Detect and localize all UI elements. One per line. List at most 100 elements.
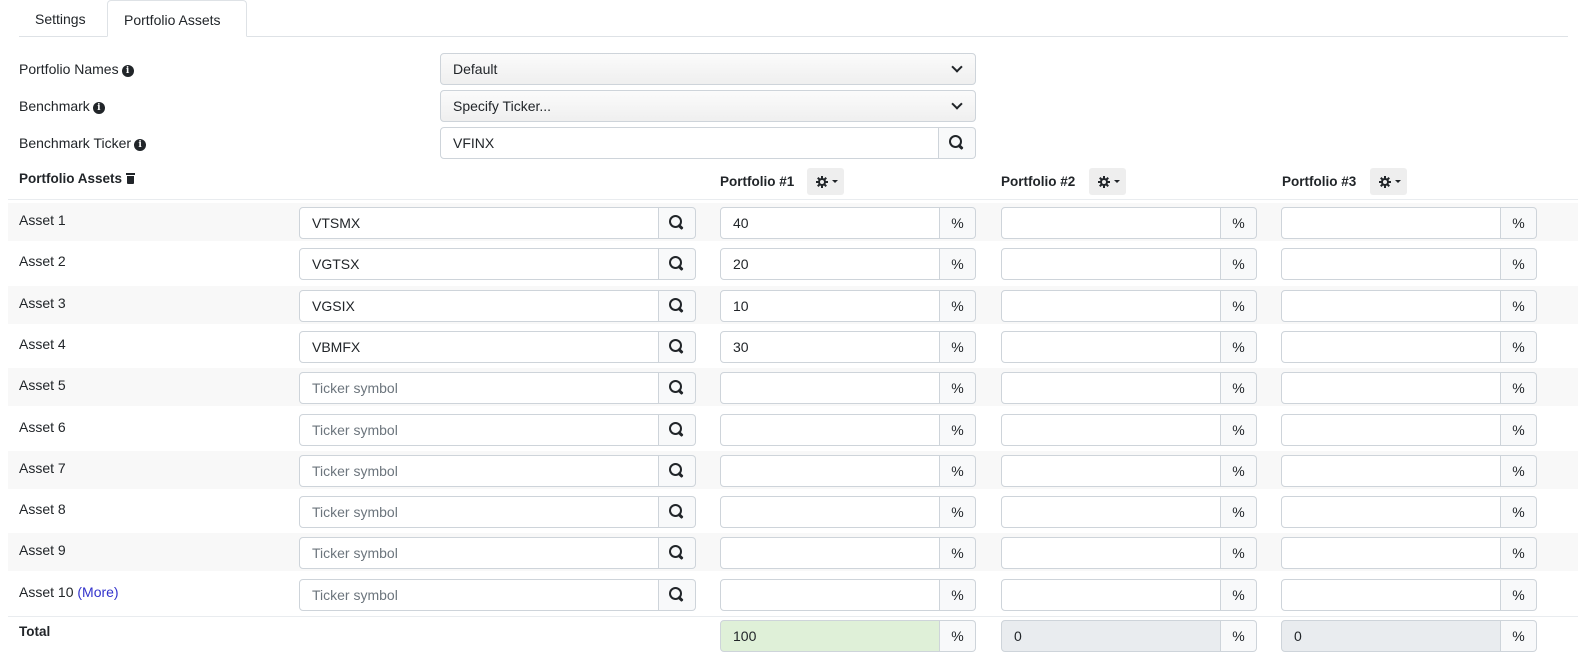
asset-ticker-input[interactable] [299, 331, 659, 363]
percent-addon: % [1501, 537, 1537, 569]
asset-label: Asset 1 [19, 212, 66, 228]
asset-label: Asset 4 [19, 336, 66, 352]
trash-icon[interactable] [126, 173, 136, 184]
allocation-input-portfolio-2[interactable] [1001, 248, 1221, 280]
percent-addon: % [1221, 248, 1257, 280]
allocation-input-portfolio-1[interactable] [720, 579, 940, 611]
percent-addon: % [1221, 414, 1257, 446]
allocation-input-portfolio-3[interactable] [1281, 207, 1501, 239]
asset-label: Asset 8 [19, 501, 66, 517]
allocation-input-portfolio-2[interactable] [1001, 496, 1221, 528]
asset-ticker-input[interactable] [299, 414, 659, 446]
asset-ticker-search-button[interactable] [659, 579, 696, 611]
portfolio-1-settings-button[interactable] [807, 168, 844, 195]
asset-ticker-input[interactable] [299, 579, 659, 611]
tab-settings[interactable]: Settings [19, 0, 102, 37]
search-icon [669, 380, 684, 395]
benchmark-label: Benchmark i [19, 98, 105, 114]
allocation-input-portfolio-2[interactable] [1001, 331, 1221, 363]
asset-label: Asset 9 [19, 542, 66, 558]
percent-addon: % [1501, 248, 1537, 280]
allocation-input-portfolio-1[interactable] [720, 455, 940, 487]
allocation-input-portfolio-2[interactable] [1001, 290, 1221, 322]
percent-addon: % [1221, 372, 1257, 404]
percent-addon: % [1221, 496, 1257, 528]
percent-addon: % [940, 537, 976, 569]
allocation-input-portfolio-1[interactable] [720, 496, 940, 528]
asset-label-text: Asset 4 [19, 336, 66, 352]
percent-addon: % [1221, 620, 1257, 652]
allocation-input-portfolio-3[interactable] [1281, 248, 1501, 280]
allocation-input-portfolio-3[interactable] [1281, 372, 1501, 404]
percent-addon: % [1501, 207, 1537, 239]
portfolio-names-select[interactable]: Default [440, 53, 976, 85]
benchmark-ticker-search-button[interactable] [939, 127, 976, 159]
portfolio-names-value: Default [453, 61, 498, 77]
benchmark-ticker-input[interactable] [440, 127, 939, 159]
asset-ticker-input[interactable] [299, 537, 659, 569]
percent-addon: % [940, 496, 976, 528]
benchmark-text: Benchmark [19, 98, 90, 114]
asset-ticker-search-button[interactable] [659, 207, 696, 239]
asset-ticker-search-button[interactable] [659, 414, 696, 446]
percent-addon: % [1221, 207, 1257, 239]
allocation-input-portfolio-1[interactable] [720, 290, 940, 322]
asset-ticker-input[interactable] [299, 248, 659, 280]
allocation-input-portfolio-3[interactable] [1281, 414, 1501, 446]
info-icon[interactable]: i [92, 102, 105, 114]
search-icon [669, 215, 684, 230]
chevron-down-icon [951, 61, 963, 73]
allocation-input-portfolio-1[interactable] [720, 248, 940, 280]
asset-ticker-input[interactable] [299, 496, 659, 528]
more-assets-link[interactable]: (More) [77, 584, 118, 600]
asset-ticker-search-button[interactable] [659, 496, 696, 528]
asset-ticker-search-button[interactable] [659, 331, 696, 363]
allocation-input-portfolio-3[interactable] [1281, 455, 1501, 487]
gear-icon [1379, 176, 1391, 188]
asset-label: Asset 10 (More) [19, 584, 119, 600]
percent-addon: % [1501, 414, 1537, 446]
allocation-input-portfolio-2[interactable] [1001, 207, 1221, 239]
tab-portfolio-assets[interactable]: Portfolio Assets [107, 0, 247, 37]
asset-ticker-input[interactable] [299, 290, 659, 322]
allocation-input-portfolio-1[interactable] [720, 372, 940, 404]
percent-addon: % [940, 290, 976, 322]
asset-label: Asset 7 [19, 460, 66, 476]
asset-label-text: Asset 7 [19, 460, 66, 476]
info-icon[interactable]: i [134, 139, 147, 151]
asset-ticker-search-button[interactable] [659, 455, 696, 487]
benchmark-select[interactable]: Specify Ticker... [440, 90, 976, 122]
allocation-input-portfolio-1[interactable] [720, 207, 940, 239]
percent-addon: % [940, 248, 976, 280]
portfolio-names-text: Portfolio Names [19, 61, 119, 77]
allocation-input-portfolio-1[interactable] [720, 537, 940, 569]
asset-label: Asset 5 [19, 377, 66, 393]
search-icon [669, 298, 684, 313]
allocation-input-portfolio-3[interactable] [1281, 579, 1501, 611]
asset-ticker-search-button[interactable] [659, 290, 696, 322]
allocation-input-portfolio-3[interactable] [1281, 331, 1501, 363]
allocation-input-portfolio-2[interactable] [1001, 537, 1221, 569]
percent-addon: % [940, 414, 976, 446]
asset-ticker-input[interactable] [299, 455, 659, 487]
info-icon[interactable]: i [121, 65, 134, 77]
search-icon [949, 135, 964, 150]
allocation-input-portfolio-2[interactable] [1001, 579, 1221, 611]
allocation-input-portfolio-3[interactable] [1281, 496, 1501, 528]
portfolio-2-settings-button[interactable] [1089, 168, 1126, 195]
asset-ticker-search-button[interactable] [659, 248, 696, 280]
allocation-input-portfolio-3[interactable] [1281, 290, 1501, 322]
asset-ticker-input[interactable] [299, 372, 659, 404]
allocation-input-portfolio-3[interactable] [1281, 537, 1501, 569]
search-icon [669, 463, 684, 478]
allocation-input-portfolio-2[interactable] [1001, 455, 1221, 487]
allocation-input-portfolio-1[interactable] [720, 414, 940, 446]
asset-ticker-input[interactable] [299, 207, 659, 239]
allocation-input-portfolio-2[interactable] [1001, 414, 1221, 446]
asset-ticker-search-button[interactable] [659, 537, 696, 569]
allocation-input-portfolio-1[interactable] [720, 331, 940, 363]
asset-ticker-search-button[interactable] [659, 372, 696, 404]
portfolio-3-settings-button[interactable] [1370, 168, 1407, 195]
search-icon [669, 339, 684, 354]
allocation-input-portfolio-2[interactable] [1001, 372, 1221, 404]
